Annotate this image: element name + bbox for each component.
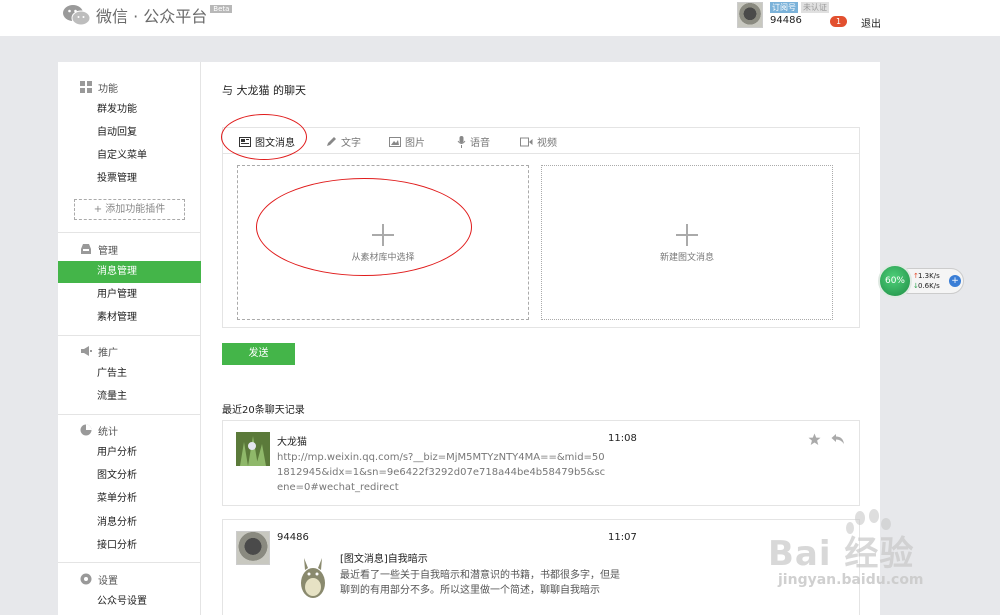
new-news-button[interactable]: 新建图文消息 <box>541 165 833 320</box>
sidebar-item-news-analysis[interactable]: 图文分析 <box>58 465 201 487</box>
account-avatar[interactable] <box>737 2 763 28</box>
sidebar: 功能 群发功能 自动回复 自定义菜单 投票管理 + 添加功能插件 管理 消息管理… <box>58 62 201 615</box>
wechat-logo[interactable]: 微信 · 公众平台 Beta <box>62 3 233 27</box>
sender-name[interactable]: 大龙猫 <box>277 433 307 448</box>
baidu-watermark: Bai 经验 jingyan.baidu.com <box>760 508 1000 615</box>
pencil-icon <box>327 137 336 146</box>
sidebar-item-message-analysis[interactable]: 消息分析 <box>58 512 201 534</box>
sidebar-section-settings: 设置 <box>80 572 118 587</box>
sidebar-section-function: 功能 <box>80 80 118 95</box>
logout-link[interactable]: 退出 <box>861 15 881 30</box>
verify-status-badge: 未认证 <box>801 2 829 13</box>
sidebar-item-mass-send[interactable]: 群发功能 <box>58 99 201 121</box>
divider <box>58 232 201 233</box>
tab-label: 语音 <box>470 138 490 149</box>
main-panel: 功能 群发功能 自动回复 自定义菜单 投票管理 + 添加功能插件 管理 消息管理… <box>58 62 880 615</box>
sidebar-section-label: 设置 <box>98 575 118 587</box>
baidu-logo: Bai 经验 <box>768 534 915 574</box>
microphone-icon <box>457 135 466 148</box>
plus-icon <box>676 224 698 246</box>
history-title: 最近20条聊天记录 <box>222 405 305 416</box>
sidebar-item-auto-reply[interactable]: 自动回复 <box>58 122 201 144</box>
inbox-icon <box>81 244 91 254</box>
megaphone-icon <box>81 346 92 356</box>
sidebar-section-stats: 统计 <box>80 423 118 438</box>
divider <box>58 414 201 415</box>
sidebar-item-user-manage[interactable]: 用户管理 <box>58 284 201 306</box>
sender-name[interactable]: 94486 <box>277 532 309 543</box>
sidebar-item-custom-menu[interactable]: 自定义菜单 <box>58 145 201 167</box>
message-type-tabs: 图文消息 文字 图片 语音 视频 <box>223 128 859 154</box>
upload-speed: 1.3K/s <box>918 272 940 280</box>
notification-badge[interactable]: 1 <box>830 16 847 27</box>
page-title: 与 大龙猫 的聊天 <box>222 84 306 97</box>
wechat-icon <box>63 5 91 26</box>
sidebar-item-menu-analysis[interactable]: 菜单分析 <box>58 488 201 510</box>
star-icon[interactable] <box>808 433 821 446</box>
sidebar-item-account-settings[interactable]: 公众号设置 <box>58 591 201 613</box>
sidebar-item-publisher[interactable]: 流量主 <box>58 386 201 408</box>
download-speed: 0.6K/s <box>918 282 940 290</box>
tab-label: 文字 <box>341 138 361 149</box>
sidebar-section-label: 管理 <box>98 245 118 257</box>
divider <box>58 562 201 563</box>
network-speed-widget[interactable]: 60% ↑ 1.3K/s ↓ 0.6K/s + <box>878 264 966 298</box>
tab-voice[interactable]: 语音 <box>457 134 490 149</box>
grid-icon <box>80 81 92 93</box>
top-bar: 微信 · 公众平台 Beta 订阅号 未认证 94486 1 退出 <box>0 0 1000 36</box>
tab-text[interactable]: 文字 <box>326 134 361 149</box>
news-title[interactable]: [图文消息]自我暗示 <box>340 550 428 565</box>
sidebar-section-manage: 管理 <box>80 242 118 257</box>
annotation-ellipse <box>256 178 472 276</box>
divider <box>58 335 201 336</box>
new-news-label: 新建图文消息 <box>659 253 714 263</box>
annotation-ellipse <box>221 114 307 160</box>
tab-image[interactable]: 图片 <box>389 134 425 149</box>
account-tags: 订阅号 未认证 <box>770 2 829 13</box>
baidu-url: jingyan.baidu.com <box>778 572 924 588</box>
account-type-badge: 订阅号 <box>770 2 798 13</box>
sidebar-section-promote: 推广 <box>80 344 118 359</box>
account-id[interactable]: 94486 <box>770 15 802 26</box>
avatar <box>737 2 763 28</box>
sidebar-section-label: 统计 <box>98 426 118 438</box>
news-description: 最近看了一些关于自我暗示和潜意识的书籍，书都很多字，但是聊到的有用部分不多。所以… <box>340 570 620 596</box>
message-time: 11:07 <box>608 532 637 543</box>
avatar[interactable] <box>236 531 270 565</box>
tab-label: 图片 <box>405 138 425 149</box>
reply-icon[interactable] <box>831 433 845 445</box>
memory-usage-badge[interactable]: 60% <box>878 264 912 298</box>
message-body[interactable]: http://mp.weixin.qq.com/s?__biz=MjM5MTYz… <box>277 450 607 495</box>
sidebar-item-advertiser[interactable]: 广告主 <box>58 363 201 385</box>
pie-chart-icon <box>80 424 92 436</box>
avatar[interactable] <box>236 432 270 466</box>
sidebar-item-message-manage[interactable]: 消息管理 <box>58 261 201 283</box>
add-plugin-button[interactable]: + 添加功能插件 <box>74 199 185 220</box>
gear-icon <box>80 573 92 585</box>
tab-video[interactable]: 视频 <box>520 134 557 149</box>
send-button[interactable]: 发送 <box>222 343 295 365</box>
sidebar-section-label: 推广 <box>98 347 118 359</box>
sidebar-section-label: 功能 <box>98 83 118 95</box>
image-icon <box>389 136 401 147</box>
beta-badge: Beta <box>210 5 233 13</box>
news-thumbnail[interactable] <box>293 552 333 600</box>
sidebar-item-material-manage[interactable]: 素材管理 <box>58 307 201 329</box>
video-icon <box>520 137 533 146</box>
message-time: 11:08 <box>608 433 637 444</box>
plus-icon[interactable]: + <box>949 275 961 287</box>
sidebar-item-user-analysis[interactable]: 用户分析 <box>58 442 201 464</box>
sidebar-item-vote[interactable]: 投票管理 <box>58 168 201 190</box>
platform-title: 微信 · 公众平台 <box>96 7 208 26</box>
sidebar-item-api-analysis[interactable]: 接口分析 <box>58 535 201 557</box>
tab-label: 视频 <box>537 138 557 149</box>
list-item: 大龙猫 11:08 http://mp.weixin.qq.com/s?__bi… <box>222 420 860 506</box>
